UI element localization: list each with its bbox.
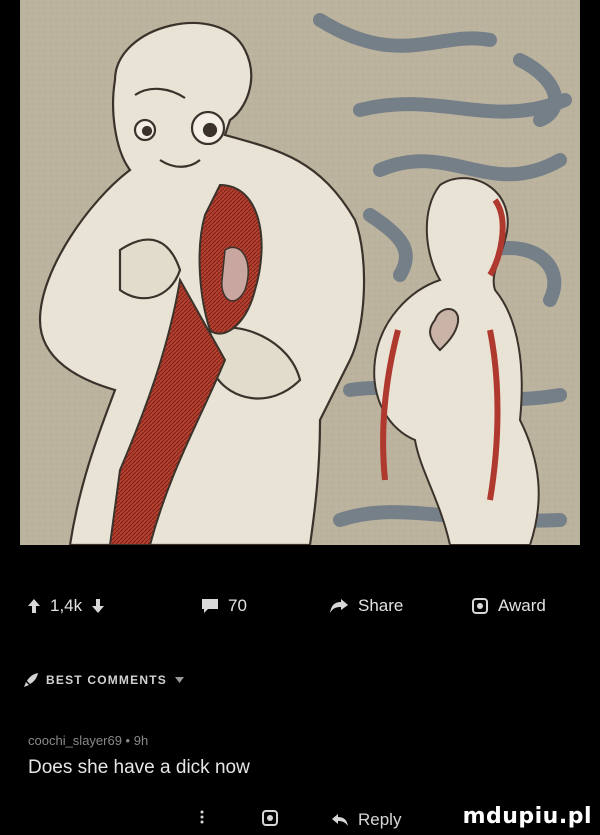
- award-label: Award: [498, 596, 546, 615]
- reply-button[interactable]: Reply: [332, 810, 401, 830]
- share-arrow-icon: [330, 599, 348, 613]
- reply-label: Reply: [358, 810, 402, 829]
- share-button[interactable]: Share: [330, 596, 403, 616]
- award-icon: [262, 810, 278, 826]
- vote-count: 1,4k: [50, 596, 83, 615]
- rocket-icon: [24, 673, 38, 687]
- upvote-arrow-icon[interactable]: [28, 599, 40, 613]
- comment-count: 70: [228, 596, 247, 615]
- comment-text: Does she have a dick now: [28, 757, 250, 778]
- vote-group: 1,4k: [28, 596, 105, 616]
- post-action-bar: 1,4k 70 Share Award: [0, 588, 600, 632]
- chevron-down-icon: [174, 677, 184, 683]
- post-image[interactable]: [20, 0, 580, 545]
- share-label: Share: [358, 596, 404, 615]
- site-watermark: mdupiu.pl: [463, 802, 592, 830]
- more-vertical-icon: [200, 810, 204, 824]
- more-options-button[interactable]: [200, 810, 204, 824]
- award-icon: [472, 598, 488, 614]
- award-button[interactable]: Award: [472, 596, 546, 616]
- comment-award-button[interactable]: [262, 810, 278, 826]
- sort-label: BEST COMMENTS: [46, 673, 167, 687]
- comment-sort-dropdown[interactable]: BEST COMMENTS: [24, 673, 184, 687]
- comments-button[interactable]: 70: [202, 596, 247, 616]
- watermark-text: mdupiu.pl: [462, 803, 592, 829]
- downvote-arrow-icon[interactable]: [92, 599, 105, 613]
- comment-bubble-icon: [202, 599, 218, 613]
- comment-author-meta[interactable]: coochi_slayer69 • 9h: [28, 733, 148, 748]
- reply-arrow-icon: [332, 814, 348, 826]
